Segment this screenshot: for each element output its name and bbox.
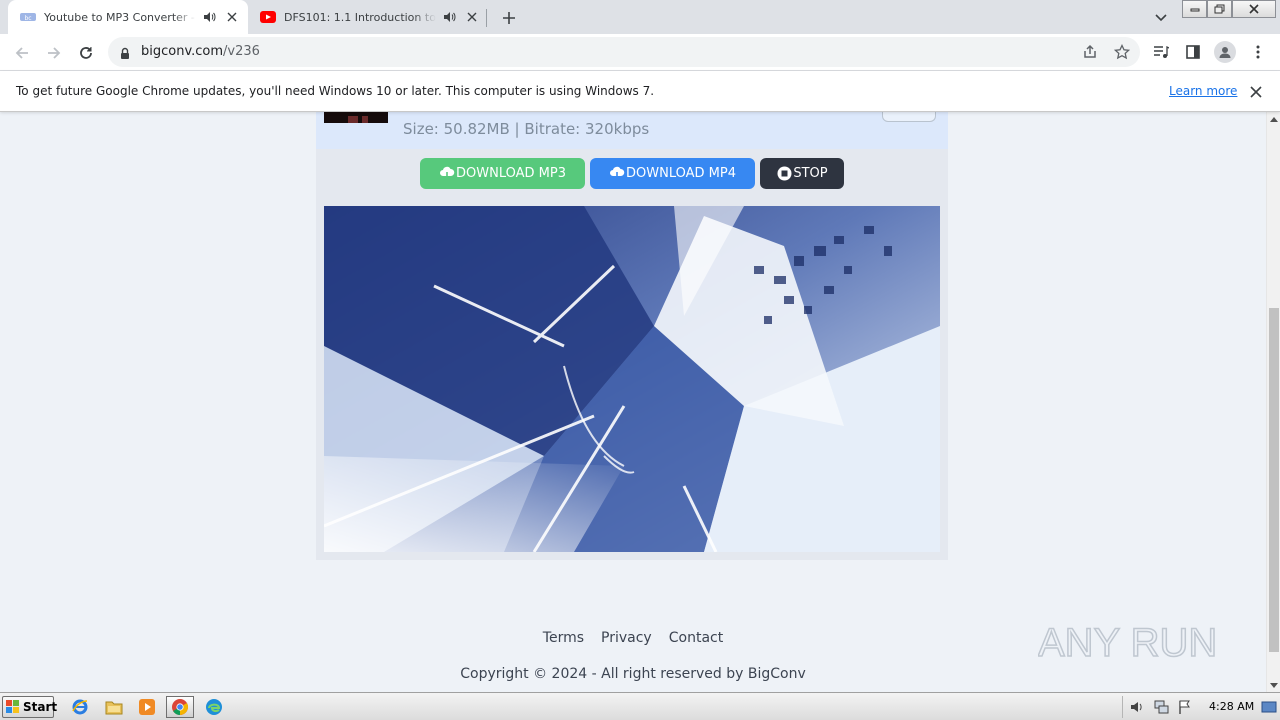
tab-divider: [486, 9, 487, 27]
tab-title: DFS101: 1.1 Introduction to digital fore…: [284, 10, 436, 24]
back-icon[interactable]: [9, 40, 35, 66]
converter-card: Size: 50.82MB | Bitrate: 320kbps DOWNLOA…: [316, 112, 948, 560]
cloud-download-icon: [439, 166, 455, 182]
video-thumbnail: [324, 112, 388, 123]
download-mp3-label: DOWNLOAD MP3: [456, 166, 566, 181]
thumbnail-detail: [348, 116, 358, 123]
start-button[interactable]: Start: [2, 696, 58, 718]
media-controls-icon[interactable]: [1150, 41, 1172, 63]
svg-text:bc: bc: [24, 15, 31, 22]
stop-label: STOP: [793, 166, 828, 181]
cloud-download-icon: [609, 166, 625, 182]
tab-title: Youtube to MP3 Converter - Free: [44, 10, 196, 24]
learn-more-link[interactable]: Learn more: [1169, 84, 1237, 98]
terms-link[interactable]: Terms: [543, 630, 584, 646]
infobar-close-icon[interactable]: [1247, 83, 1265, 101]
url-text[interactable]: bigconv.com/v236: [141, 44, 260, 59]
page-viewport: Size: 50.82MB | Bitrate: 320kbps DOWNLOA…: [0, 112, 1266, 692]
url-path: /v236: [223, 44, 260, 59]
scroll-thumb[interactable]: [1269, 308, 1279, 652]
side-panel-icon[interactable]: [1182, 41, 1204, 63]
edge-icon[interactable]: [200, 696, 228, 718]
stop-button[interactable]: STOP: [760, 158, 844, 189]
system-tray: 4:28 AM: [1122, 696, 1278, 718]
video-result-row: Size: 50.82MB | Bitrate: 320kbps: [316, 112, 948, 149]
privacy-link[interactable]: Privacy: [601, 630, 652, 646]
internet-explorer-icon[interactable]: [66, 696, 94, 718]
lock-icon[interactable]: [120, 45, 130, 64]
stop-circle-icon: [776, 166, 792, 182]
network-icon[interactable]: [1153, 699, 1169, 715]
tab-dfs101[interactable]: DFS101: 1.1 Introduction to digital fore…: [248, 0, 486, 34]
bookmark-star-icon[interactable]: [1113, 43, 1131, 61]
file-explorer-icon[interactable]: [100, 696, 128, 718]
file-meta: Size: 50.82MB | Bitrate: 320kbps: [403, 120, 650, 138]
chevron-down-icon[interactable]: [1150, 7, 1172, 29]
video-player[interactable]: [324, 206, 940, 552]
infobar-message: To get future Google Chrome updates, you…: [16, 84, 655, 98]
tab-bigconv[interactable]: bc Youtube to MP3 Converter - Free: [8, 0, 248, 34]
window-controls: [1182, 0, 1276, 18]
watermark-text: ANY RUN: [1038, 621, 1217, 665]
speaker-icon[interactable]: [202, 10, 216, 24]
chrome-icon[interactable]: [166, 696, 194, 718]
action-center-flag-icon[interactable]: [1177, 699, 1193, 715]
youtube-favicon-icon: [260, 9, 276, 25]
forward-icon[interactable]: [41, 40, 67, 66]
show-desktop-icon[interactable]: [1261, 699, 1277, 715]
windows-taskbar: Start 4:28 AM: [0, 692, 1280, 720]
bigconv-favicon-icon: bc: [20, 9, 36, 25]
download-buttons: DOWNLOAD MP3 DOWNLOAD MP4 STOP: [316, 158, 948, 190]
window-close-icon[interactable]: [1232, 0, 1276, 18]
media-player-icon[interactable]: [133, 696, 161, 718]
download-mp3-button[interactable]: DOWNLOAD MP3: [420, 158, 585, 189]
download-mp4-label: DOWNLOAD MP4: [626, 166, 736, 181]
thumbnail-detail: [362, 116, 368, 123]
anyrun-watermark: ANY RUN: [1037, 608, 1238, 674]
speaker-icon[interactable]: [442, 10, 456, 24]
page-scrollbar[interactable]: [1266, 112, 1280, 692]
format-select-button[interactable]: [882, 112, 936, 122]
browser-toolbar: bigconv.com/v236: [0, 34, 1280, 71]
share-icon[interactable]: [1081, 43, 1099, 61]
reload-icon[interactable]: [73, 40, 99, 66]
kebab-menu-icon[interactable]: [1247, 41, 1269, 63]
minimize-icon[interactable]: [1182, 0, 1207, 18]
contact-link[interactable]: Contact: [669, 630, 723, 646]
download-mp4-button[interactable]: DOWNLOAD MP4: [590, 158, 755, 189]
url-host: bigconv.com: [141, 44, 224, 59]
update-infobar: To get future Google Chrome updates, you…: [0, 71, 1280, 112]
tab-close-icon[interactable]: [224, 9, 240, 25]
windows-logo-icon: [6, 700, 20, 714]
new-tab-icon[interactable]: [498, 7, 520, 29]
scroll-down-icon[interactable]: [1267, 678, 1280, 692]
scroll-up-icon[interactable]: [1267, 112, 1280, 126]
profile-avatar-icon[interactable]: [1214, 41, 1236, 63]
start-label: Start: [23, 700, 58, 714]
restore-icon[interactable]: [1207, 0, 1232, 18]
tab-strip: bc Youtube to MP3 Converter - Free DFS10…: [0, 0, 1280, 34]
tab-close-icon[interactable]: [464, 9, 480, 25]
clock[interactable]: 4:28 AM: [1209, 700, 1254, 713]
address-bar[interactable]: bigconv.com/v236: [108, 37, 1140, 67]
volume-icon[interactable]: [1129, 699, 1145, 715]
